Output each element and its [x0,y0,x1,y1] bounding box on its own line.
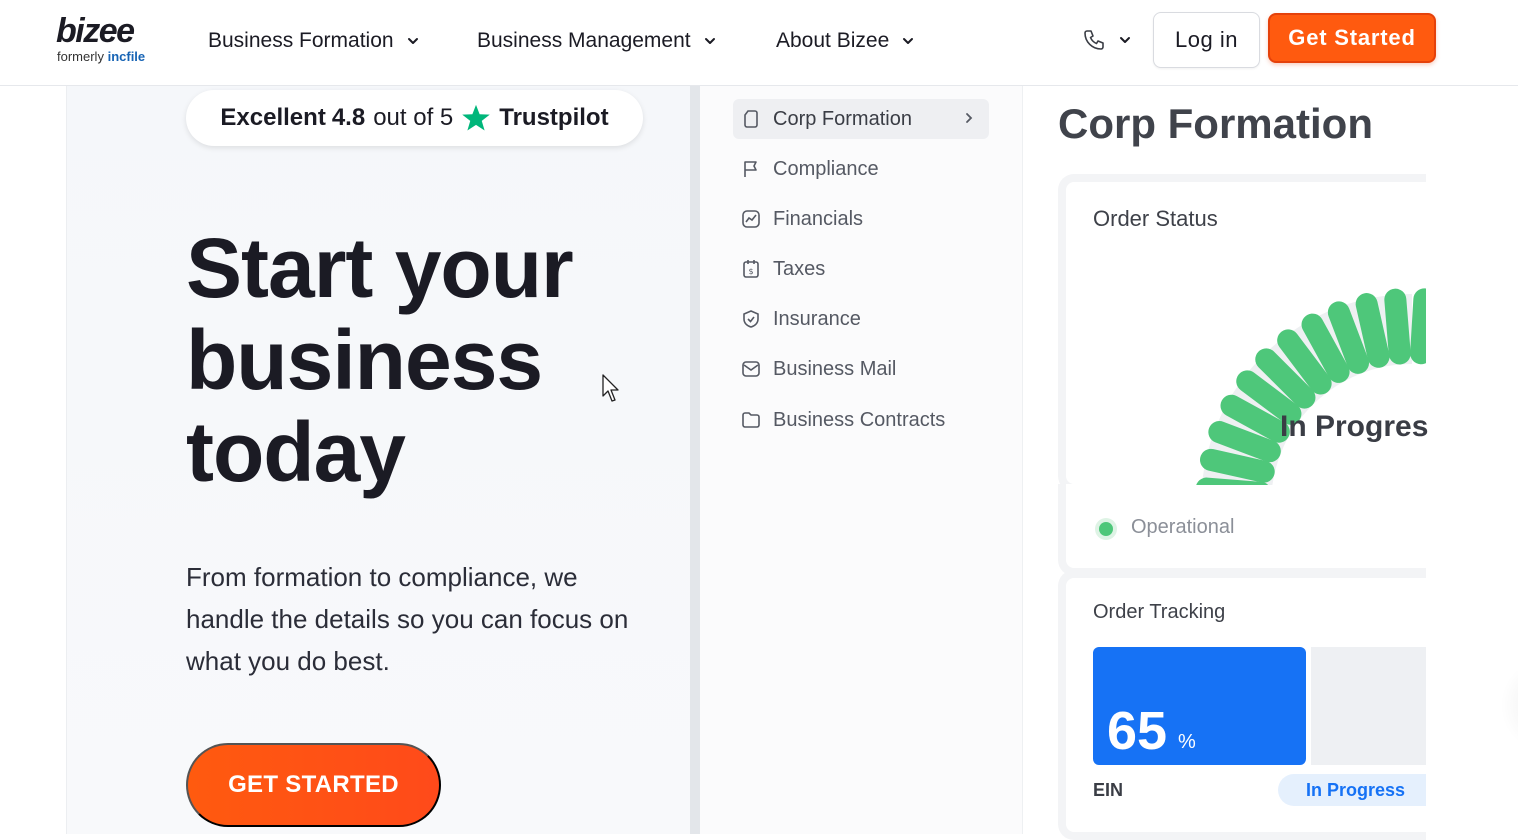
sidebar-item-insurance[interactable]: Insurance [733,299,989,339]
trustpilot-brand: Trustpilot [499,104,609,131]
sidebar-item-corp-formation[interactable]: Corp Formation [733,99,989,139]
status-gauge [1196,288,1426,485]
rating-scale: out of 5 [373,104,454,131]
gauge-status-text: In Progres [1280,410,1429,443]
hero-title-line: today [186,405,406,499]
chevron-down-icon [903,38,914,44]
rating-value: 4.8 [331,104,366,131]
hero-subtitle: From formation to compliance, we handle … [186,562,629,676]
nav-label: Business Management [477,29,691,52]
chevron-right-icon [966,113,973,123]
tracking-progress-unit: % [1178,731,1196,753]
sidebar-item-label: Financials [773,207,864,230]
bizee-logo[interactable]: bizee formerly incfile [56,14,160,66]
status-dot-icon [1099,522,1113,536]
gauge-segment [1355,293,1390,368]
order-status-title: Order Status [1093,206,1218,231]
nav-label: Business Formation [208,29,394,52]
sidebar-item-financials[interactable]: Financials [733,199,989,239]
phone-menu[interactable] [1082,28,1132,52]
rating-label: Excellent [220,104,326,131]
receipt-icon: $ [743,260,759,278]
phone-icon [1084,30,1104,50]
site-header: bizee formerly incfile Business Formatio… [0,0,1518,86]
sidebar-item-label: Insurance [773,307,861,330]
tracking-status-badge: In Progress [1278,774,1426,806]
mail-icon [742,361,760,377]
hero-title-line: business [186,313,543,407]
chevron-down-icon [407,38,418,44]
star-icon [462,104,490,131]
shield-check-icon [743,310,759,328]
flag-icon [744,161,757,177]
sidebar-item-label: Business Contracts [773,408,946,431]
tracking-progress-track [1311,647,1426,765]
sidebar-item-compliance[interactable]: Compliance [733,149,989,189]
sidebar-item-label: Compliance [773,157,879,180]
sidebar-item-business-contracts[interactable]: Business Contracts [733,400,989,440]
sidebar-item-business-mail[interactable]: Business Mail [733,349,989,389]
get-started-button[interactable]: Get Started [1268,13,1436,63]
chevron-down-icon [1120,37,1130,43]
tracking-item-label: EIN [1093,780,1124,800]
sidebar-item-taxes[interactable]: $ Taxes [733,249,989,289]
hero-get-started-button[interactable]: GET STARTED [186,743,441,827]
gauge-segment [1410,288,1426,365]
panel-divider [690,86,700,834]
svg-text:$: $ [748,267,753,276]
folder-icon [742,412,760,428]
nav-label: About Bizee [776,29,890,52]
dashboard-title: Corp Formation [1058,100,1373,147]
nav-business-formation[interactable]: Business Formation [208,26,420,56]
edge-shadow [1500,660,1518,750]
logo-wordmark: bizee [56,12,135,50]
mouse-cursor-icon [602,374,619,402]
hero-title-line: Start your [186,221,574,315]
sidebar-item-label: Taxes [773,257,826,280]
sidebar-item-label: Corp Formation [773,107,912,130]
hero-title: Start your business today [186,222,666,498]
trustpilot-rating[interactable]: Excellent 4.8 out of 5 Trustpilot [186,90,643,146]
nav-about-bizee[interactable]: About Bizee [776,26,915,56]
chevron-down-icon [704,38,715,44]
gauge-segment [1384,288,1411,365]
order-tracking-title: Order Tracking [1093,601,1226,623]
operational-card [1058,484,1426,576]
chart-icon [742,210,760,228]
tracking-progress-value: 65 [1107,701,1168,761]
operational-status: Operational [1131,516,1235,538]
sidebar-item-label: Business Mail [773,357,897,380]
nav-business-management[interactable]: Business Management [477,26,717,56]
gauge-segment [1200,448,1275,483]
document-icon [744,110,758,128]
login-button[interactable]: Log in [1153,12,1260,68]
logo-tagline: formerly incfile [57,49,146,64]
